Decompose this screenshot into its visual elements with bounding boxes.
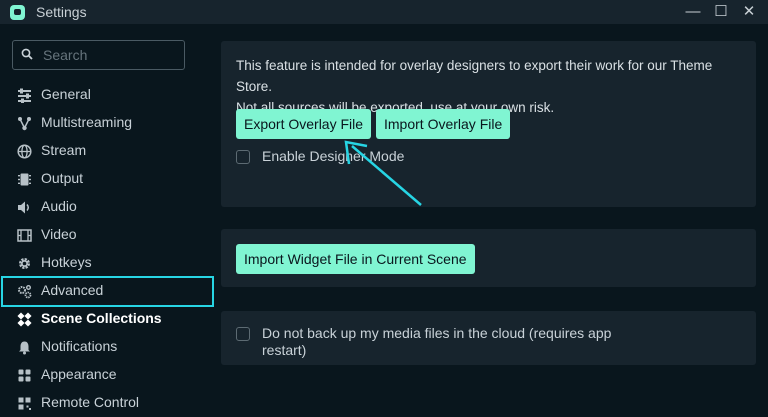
export-overlay-button[interactable]: Export Overlay File [236, 109, 372, 139]
settings-sidebar: General Multistreaming Stream Output [0, 24, 220, 415]
cloud-backup-label-line: Do not back up my media files in the clo… [262, 325, 612, 341]
bell-icon [19, 341, 30, 355]
minimize-button[interactable]: — [681, 1, 705, 23]
cloud-backup-label-line: restart) [262, 342, 307, 358]
sidebar-item-label: Notifications [41, 338, 118, 354]
cloud-backup-checkbox[interactable] [236, 327, 250, 341]
sidebar-item-stream[interactable]: Stream [0, 137, 220, 165]
speaker-icon [18, 201, 29, 214]
window-title: Settings [36, 4, 87, 20]
sidebar-item-label: Remote Control [41, 394, 140, 410]
cloud-backup-card: Do not back up my media files in the clo… [221, 311, 756, 365]
sidebar-item-video[interactable]: Video [0, 221, 220, 249]
maximize-button[interactable]: ☐ [709, 1, 733, 23]
widget-import-card: Import Widget File in Current Scene [221, 229, 756, 287]
sidebar-item-notifications[interactable]: Notifications [0, 333, 220, 361]
highlight-box [1, 276, 214, 307]
network-icon [18, 117, 31, 131]
sidebar-item-remote-control[interactable]: Remote Control [0, 389, 220, 417]
remote-icon [18, 397, 31, 410]
sidebar-item-audio[interactable]: Audio [0, 193, 220, 221]
sidebar-item-label: Audio [41, 198, 77, 214]
sidebar-item-label: Video [41, 226, 77, 242]
overlay-settings-card: This feature is intended for overlay des… [221, 41, 756, 207]
sidebar-item-label: Appearance [41, 366, 117, 382]
app-logo-icon [10, 5, 25, 20]
film-icon [17, 229, 32, 242]
description-line: This feature is intended for overlay des… [236, 58, 713, 94]
sidebar-item-label: Hotkeys [41, 254, 92, 270]
cloud-backup-label: Do not back up my media files in the clo… [262, 325, 682, 359]
sidebar-item-label: Output [41, 170, 84, 186]
sidebar-item-output[interactable]: Output [0, 165, 220, 193]
sidebar-item-label: Stream [41, 142, 87, 158]
puzzle-icon [17, 312, 32, 327]
sidebar-item-general[interactable]: General [0, 81, 220, 109]
chip-icon [18, 173, 31, 186]
sliders-icon [18, 88, 31, 103]
import-overlay-button[interactable]: Import Overlay File [376, 109, 511, 139]
close-button[interactable]: ✕ [737, 1, 761, 23]
globe-icon [17, 144, 32, 159]
search-box[interactable] [12, 40, 185, 70]
sidebar-item-hotkeys[interactable]: Hotkeys [0, 249, 220, 277]
gear-icon [19, 258, 30, 269]
sidebar-item-multistreaming[interactable]: Multistreaming [0, 109, 220, 137]
designer-mode-checkbox[interactable] [236, 150, 250, 164]
sidebar-item-label: Scene Collections [41, 310, 162, 326]
designer-mode-label: Enable Designer Mode [262, 148, 405, 164]
sidebar-item-appearance[interactable]: Appearance [0, 361, 220, 389]
search-input[interactable] [41, 44, 183, 66]
palette-icon [18, 369, 31, 382]
sidebar-item-label: Multistreaming [41, 114, 133, 130]
sidebar-item-label: General [41, 86, 91, 102]
sidebar-item-scene-collections[interactable]: Scene Collections [0, 305, 220, 333]
title-bar: Settings — ☐ ✕ [0, 0, 768, 24]
search-icon [21, 48, 33, 60]
import-widget-button[interactable]: Import Widget File in Current Scene [236, 244, 475, 274]
